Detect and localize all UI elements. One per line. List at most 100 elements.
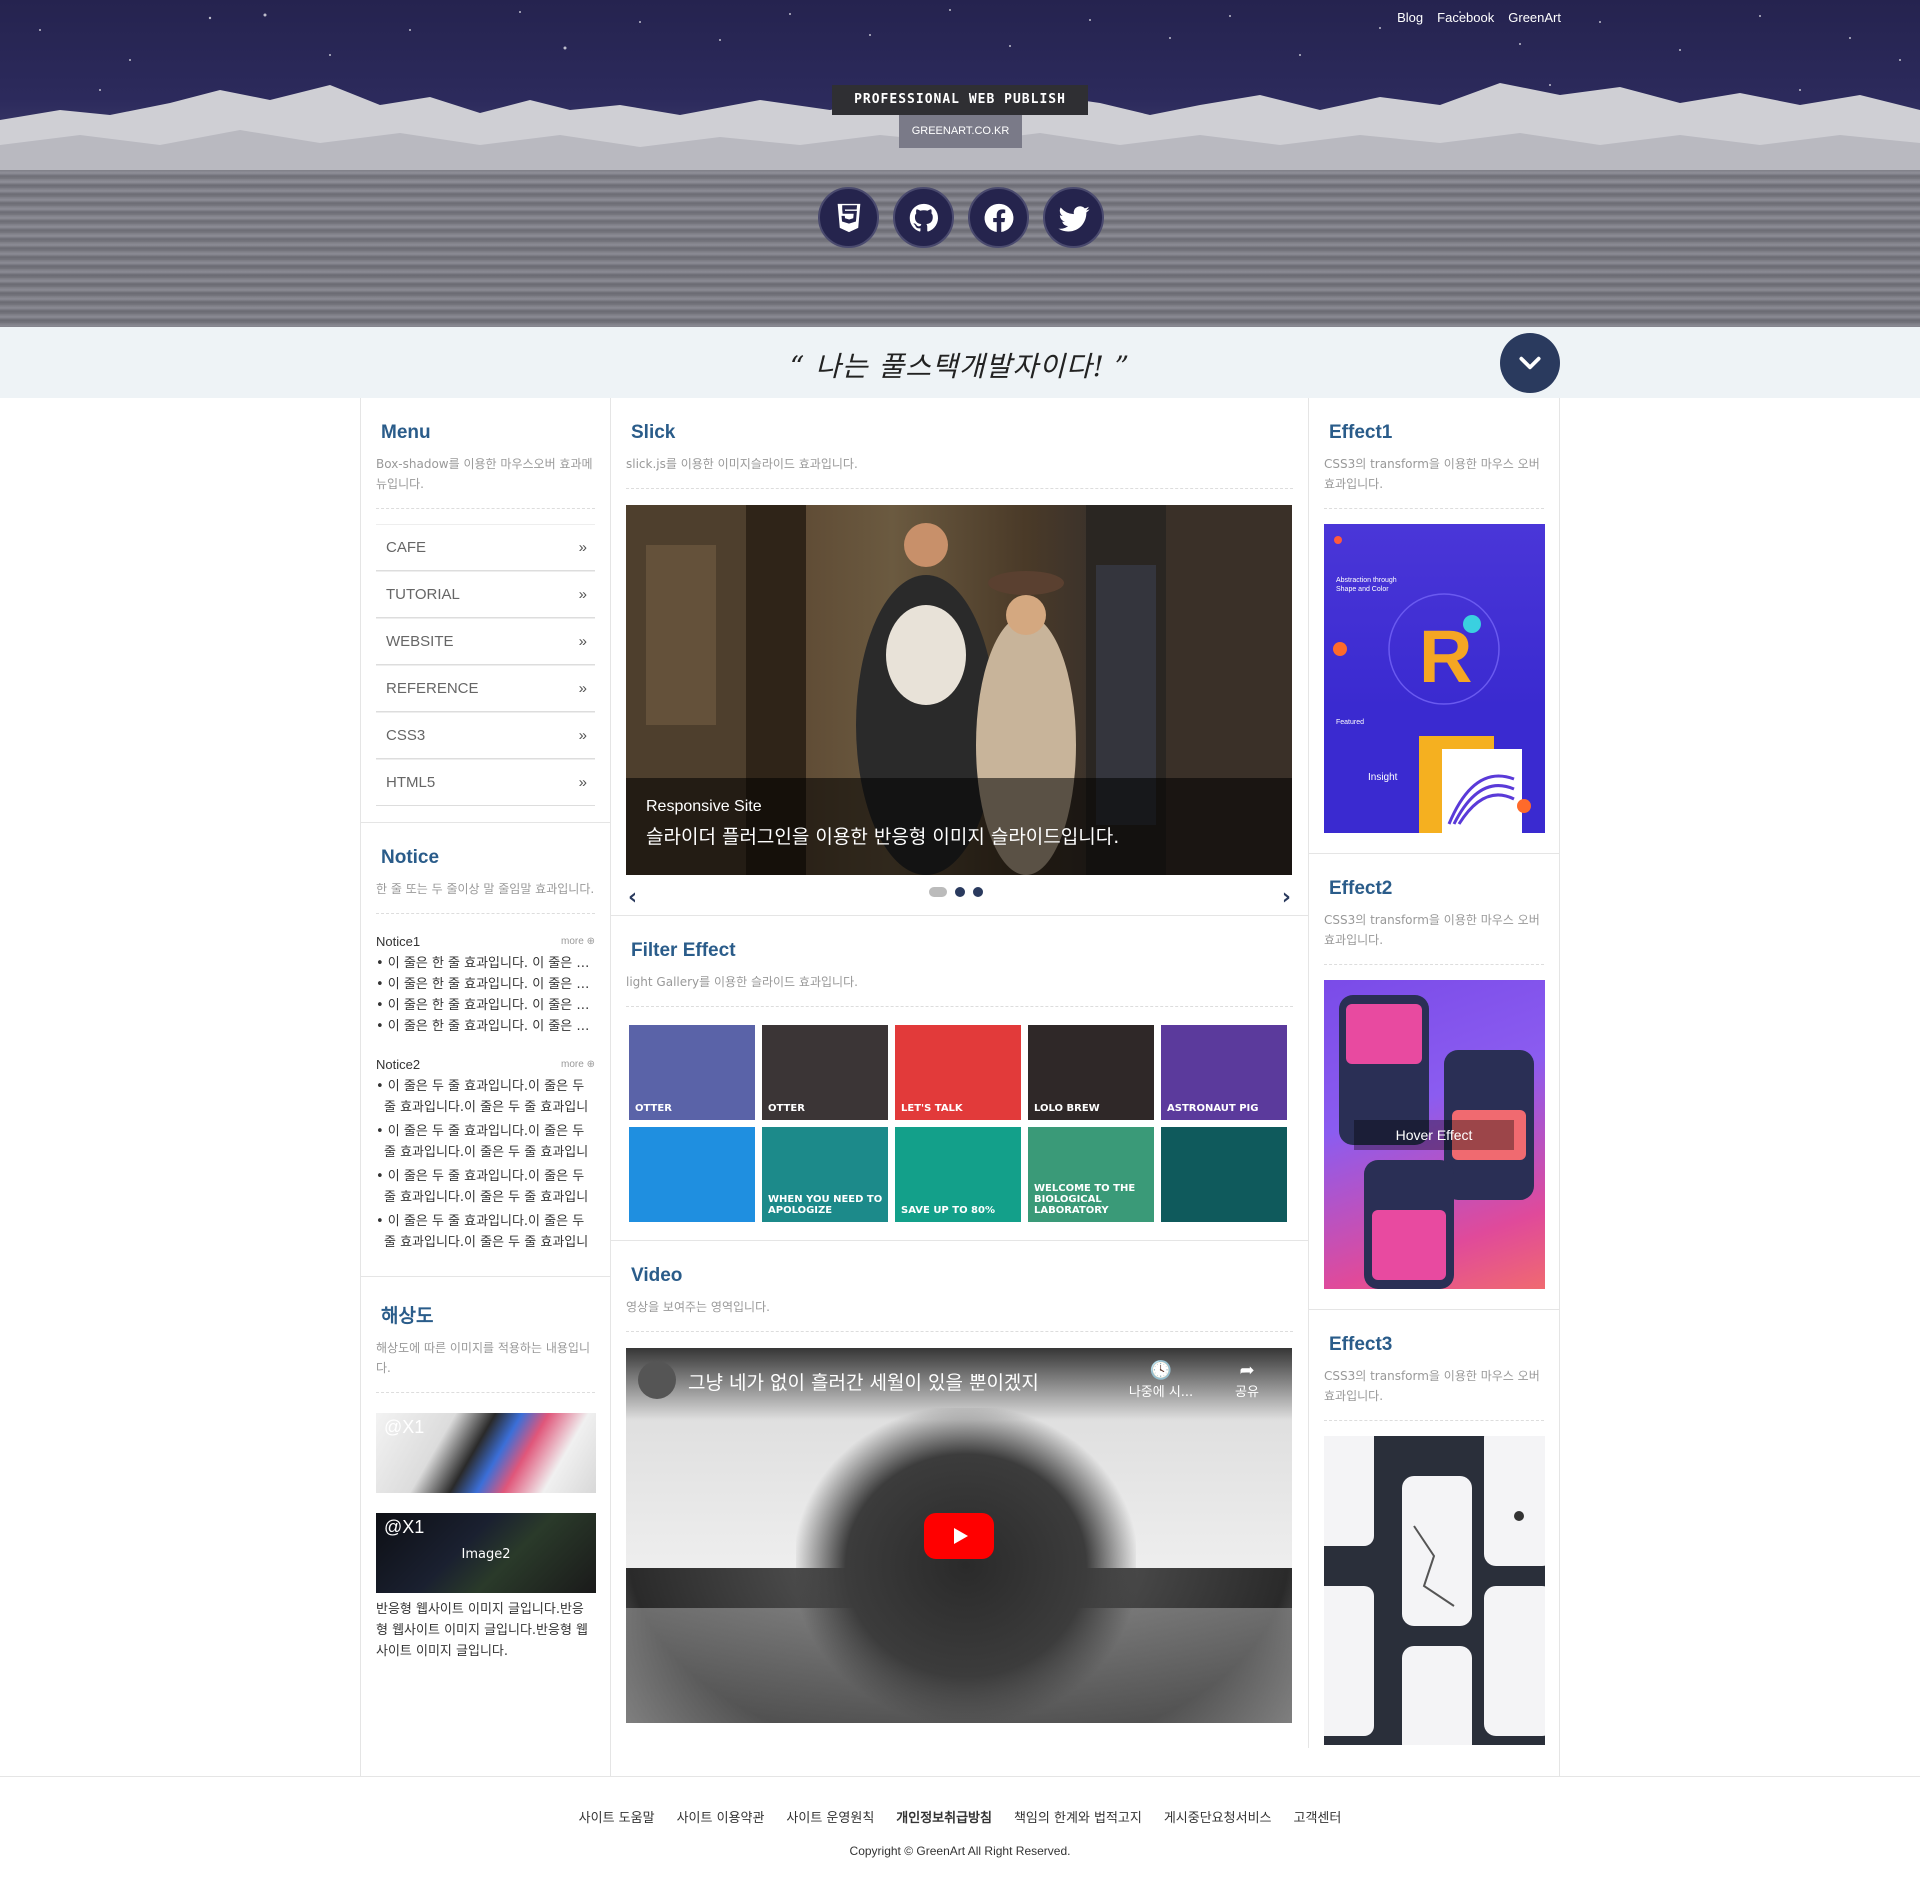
footer-link-terms[interactable]: 사이트 이용약관 [666,1807,776,1826]
gallery-thumb[interactable]: ASTRONAUT PIG [1161,1025,1287,1120]
resolution-text: 반응형 웹사이트 이미지 글입니다.반응형 웹사이트 이미지 글입니다.반응형 … [376,1602,589,1659]
gallery-thumb[interactable]: WHEN YOU NEED TO APOLOGIZE [762,1127,888,1222]
nav-facebook-link[interactable]: Facebook [1437,10,1494,25]
menu-item-tutorial[interactable]: TUTORIAL » [376,571,595,618]
play-button[interactable] [924,1513,994,1559]
gallery-thumb[interactable] [629,1127,755,1222]
more-label: more [561,936,584,947]
effect1-illustration: Abstraction through Shape and Color R Fe… [1333,536,1531,833]
notice-item[interactable]: • 이 줄은 두 줄 효과입니다.이 줄은 두 줄 효과입니다.이 줄은 두 줄… [376,1121,595,1163]
gallery-thumb-label: LET'S TALK [901,1103,963,1114]
gallery-thumb[interactable]: LET'S TALK [895,1025,1021,1120]
top-nav: Blog Facebook GreenArt [1397,10,1561,25]
slide-caption: Responsive Site 슬라이더 플러그인을 이용한 반응형 이미지 슬… [626,778,1292,875]
notice-item[interactable]: • 이 줄은 한 줄 효과입니다. 이 줄은 한 줄 효과입니다. [376,974,595,995]
watch-later-button[interactable]: 🕓 나중에 시... [1126,1360,1196,1400]
notice1-label: Notice1 [376,934,421,949]
twitter-link[interactable] [1043,187,1104,248]
footer-link-takedown[interactable]: 게시중단요청서비스 [1153,1807,1283,1826]
github-link[interactable] [893,187,954,248]
double-chevron-right-icon: » [578,633,587,650]
video-player[interactable]: 그냥 네가 없이 흘러간 세월이 있을 뿐이겠지 🕓 나중에 시... ➦ 공유 [626,1348,1292,1723]
menu-item-label: WEBSITE [386,633,454,650]
notice1-block: Notice1 more ⊕ • 이 줄은 한 줄 효과입니다. 이 줄은 한 … [376,934,595,1037]
notice-item[interactable]: • 이 줄은 두 줄 효과입니다.이 줄은 두 줄 효과입니다.이 줄은 두 줄… [376,1076,595,1118]
video-frame-people [796,1408,1136,1723]
footer-link-disclaimer[interactable]: 책임의 한계와 법적고지 [1003,1807,1153,1826]
gallery-thumb[interactable]: WELCOME TO THE BIOLOGICAL LABORATORY [1028,1127,1154,1222]
menu-item-label: CSS3 [386,727,426,744]
watch-later-label: 나중에 시... [1128,1385,1194,1400]
footer-link-policy[interactable]: 사이트 운영원칙 [775,1807,885,1826]
double-chevron-right-icon: » [578,727,587,744]
slider-dot-3[interactable] [973,887,983,897]
slider-prev-button[interactable]: ‹ [628,885,637,910]
html5-link[interactable] [818,187,879,248]
menu-item-label: REFERENCE [386,680,479,697]
gallery-thumb[interactable]: OTTER [762,1025,888,1120]
notice-item[interactable]: • 이 줄은 한 줄 효과입니다. 이 줄은 한 줄 효과입니다. [376,1016,595,1037]
contents: Menu Box-shadow를 이용한 마우스오버 효과메뉴입니다. CAFE… [360,398,1560,1776]
image-slider[interactable]: Responsive Site 슬라이더 플러그인을 이용한 반응형 이미지 슬… [626,505,1292,875]
effect1-desc: CSS3의 transform을 이용한 마우스 오버효과입니다. [1324,454,1544,509]
menu-item-cafe[interactable]: CAFE » [376,524,595,571]
effect3-illustration [1324,1436,1545,1745]
facebook-icon [984,203,1013,232]
slide-caption-desc: 슬라이더 플러그인을 이용한 반응형 이미지 슬라이드입니다. [646,826,1120,848]
footer-link-privacy[interactable]: 개인정보취급방침 [885,1807,1003,1826]
menu-item-reference[interactable]: REFERENCE » [376,665,595,712]
resolution-image-2-center-label: Image2 [461,1547,511,1562]
footer-link-support[interactable]: 고객센터 [1282,1807,1352,1826]
footer-link-help[interactable]: 사이트 도움말 [568,1807,666,1826]
gallery-thumb[interactable] [1161,1127,1287,1222]
slider-next-button[interactable]: › [1282,885,1291,910]
menu-item-label: HTML5 [386,774,436,791]
gallery-thumb[interactable]: OTTER [629,1025,755,1120]
menu-item-css3[interactable]: CSS3 » [376,712,595,759]
menu-item-website[interactable]: WEBSITE » [376,618,595,665]
notice1-more-link[interactable]: more ⊕ [561,936,595,947]
double-chevron-right-icon: » [578,539,587,556]
notice-item[interactable]: • 이 줄은 한 줄 효과입니다. 이 줄은 한 줄 효과입니다. [376,995,595,1016]
facebook-link[interactable] [968,187,1029,248]
video-title-text[interactable]: 그냥 네가 없이 흘러간 세월이 있을 뿐이겠지 [688,1368,1039,1395]
effect1-art-line: Insight [1368,772,1398,783]
resolution-image-1: @X1 [376,1413,596,1493]
effect2-desc: CSS3의 transform을 이용한 마우스 오버효과입니다. [1324,910,1544,965]
gallery-thumb-label: SAVE UP TO 80% [901,1205,995,1216]
effect2-image[interactable]: Hover Effect [1324,980,1545,1289]
brand-subtitle[interactable]: GREENART.CO.KR [899,115,1022,148]
slider-dot-2[interactable] [955,887,965,897]
notice-desc: 한 줄 또는 두 줄이상 말 줄임말 효과입니다. [376,879,595,914]
notice2-more-link[interactable]: more ⊕ [561,1059,595,1070]
header: Blog Facebook GreenArt PROFESSIONAL WEB … [0,0,1920,327]
slider-dot-1[interactable] [929,887,947,897]
gallery-thumb[interactable]: LOLO BREW [1028,1025,1154,1120]
nav-blog-link[interactable]: Blog [1397,10,1423,25]
share-button[interactable]: ➦ 공유 [1212,1360,1282,1400]
notice-item[interactable]: • 이 줄은 두 줄 효과입니다.이 줄은 두 줄 효과입니다.이 줄은 두 줄… [376,1211,595,1253]
nav-greenart-link[interactable]: GreenArt [1508,10,1561,25]
channel-avatar[interactable] [638,1361,676,1399]
resolution-image-1-label: @X1 [384,1417,425,1437]
effect3-image[interactable] [1324,1436,1545,1745]
effect1-art-line: Abstraction through [1336,577,1397,584]
gallery-thumb[interactable]: SAVE UP TO 80% [895,1127,1021,1222]
notice-item[interactable]: • 이 줄은 두 줄 효과입니다.이 줄은 두 줄 효과입니다.이 줄은 두 줄… [376,1166,595,1208]
gallery-thumb-label: OTTER [635,1103,672,1114]
share-icon: ➦ [1239,1360,1255,1381]
play-icon [954,1528,968,1544]
scroll-down-button[interactable] [1500,333,1560,393]
effect2-title: Effect2 [1329,878,1393,899]
brand-title[interactable]: PROFESSIONAL WEB PUBLISH [832,85,1088,115]
gallery-thumb-label: WHEN YOU NEED TO APOLOGIZE [768,1194,883,1216]
notice-item[interactable]: • 이 줄은 한 줄 효과입니다. 이 줄은 한 줄 효과입니다. [376,953,595,974]
notice2-label: Notice2 [376,1057,421,1072]
copyright: Copyright © GreenArt All Right Reserved. [849,1844,1071,1858]
effect1-image[interactable]: Abstraction through Shape and Color R Fe… [1324,524,1545,833]
right-column: Effect1 CSS3의 transform을 이용한 마우스 오버효과입니다… [1309,398,1560,1776]
gallery-thumb-label: WELCOME TO THE BIOLOGICAL LABORATORY [1034,1183,1136,1216]
menu-item-html5[interactable]: HTML5 » [376,759,595,806]
effect1-art-line: Shape and Color [1336,586,1389,593]
effect2-hover-label: Hover Effect [1354,1120,1514,1150]
